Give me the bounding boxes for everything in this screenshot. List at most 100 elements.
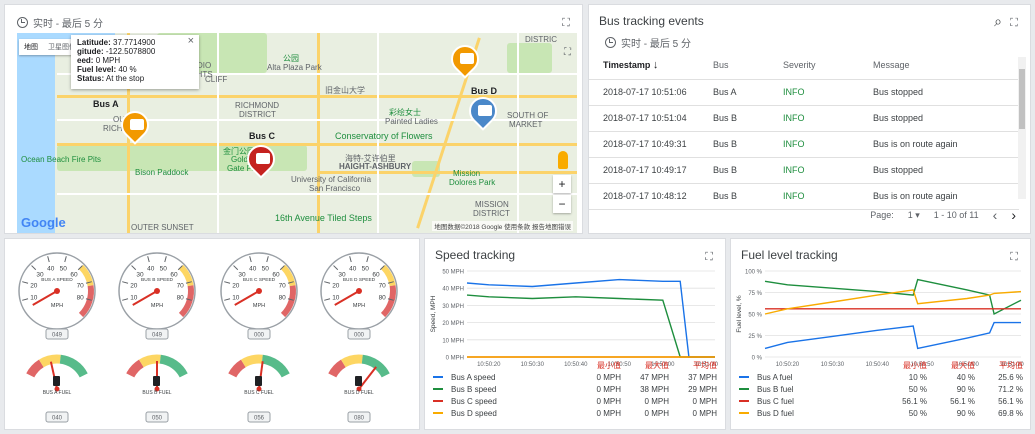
odometer-value: 050 <box>152 416 163 422</box>
gauge-label: BUS B SPEED <box>141 277 174 283</box>
y-tick-label: 50 MPH <box>442 270 464 276</box>
legend-item-bus-d[interactable]: Bus D fuel 50 % 90 % 69.8 % <box>739 407 1023 419</box>
fuel-gauge: BUS B FUEL 050 <box>126 354 188 423</box>
y-tick-label: 50 % <box>748 313 762 319</box>
legend-item-bus-d[interactable]: Bus D speed 0 MPH 0 MPH 0 MPH <box>433 407 717 419</box>
odometer-value: 000 <box>254 333 265 339</box>
legend-item-bus-a[interactable]: Bus A speed 0 MPH 47 MPH 37 MPH <box>433 371 717 383</box>
clock-icon <box>605 37 616 48</box>
search-icon[interactable]: ⌕ <box>994 13 1002 30</box>
time-range-label: 实时 - 最后 5 分 <box>621 39 692 50</box>
legend-item-bus-c[interactable]: Bus C fuel 56.1 % 56.1 % 56.1 % <box>739 395 1023 407</box>
speed-legend: 最小值 最大值 平均值 Bus A speed 0 MPH 47 MPH 37 MPH… <box>433 359 717 419</box>
map-label: SOUTH OF <box>507 111 549 120</box>
fuel-gauge-label: BUS C FUEL <box>244 390 274 396</box>
column-message[interactable]: Message <box>859 51 1019 80</box>
legend-item-bus-a[interactable]: Bus A fuel 10 % 40 % 25.6 % <box>739 371 1023 383</box>
column-bus[interactable]: Bus <box>699 51 769 80</box>
prev-page-button[interactable]: ‹ <box>993 207 998 223</box>
legend-item-bus-c[interactable]: Bus C speed 0 MPH 0 MPH 0 MPH <box>433 395 717 407</box>
fuel-gauge-band <box>228 359 246 378</box>
fullscreen-icon[interactable]: ⛶ <box>1008 17 1020 29</box>
fuel-pump-icon <box>355 376 362 386</box>
bus-c-label: Bus C <box>249 131 276 141</box>
sort-desc-icon[interactable]: ↓ <box>653 59 659 71</box>
fuel-gauge-band <box>328 359 346 378</box>
bus-a-marker[interactable] <box>115 105 155 145</box>
close-icon[interactable]: × <box>188 36 194 47</box>
legend-item-bus-b[interactable]: Bus B speed 0 MPH 38 MPH 29 MPH <box>433 383 717 395</box>
odometer-value: 040 <box>52 416 63 422</box>
info-fuel: Fuel level: 40 % <box>77 65 137 74</box>
map-label: Dolores Park <box>449 178 496 187</box>
gauge-tick-label: 20 <box>332 282 340 289</box>
bus-b-marker[interactable] <box>445 39 485 79</box>
page-select[interactable]: 1 ▾ <box>908 210 920 221</box>
gauge-tick-label: 10 <box>332 295 340 302</box>
map-type-map[interactable]: 地图 <box>19 39 43 55</box>
map-label: CLIFF <box>205 75 228 84</box>
next-page-button[interactable]: › <box>1011 207 1016 223</box>
bus-c-marker[interactable] <box>241 139 281 179</box>
table-row[interactable]: 2018-07-17 10:51:06 Bus A INFO Bus stopped <box>589 79 1019 106</box>
table-row[interactable]: 2018-07-17 10:48:12 Bus B INFO Bus is on ro… <box>589 183 1019 210</box>
gauge-tick-label: 40 <box>147 265 155 272</box>
gauge-tick-label: 40 <box>349 265 357 272</box>
map-label: University of California <box>291 175 372 184</box>
y-tick-label: 20 MPH <box>442 321 464 327</box>
speed-chart[interactable]: 0 MPH10 MPH20 MPH30 MPH40 MPH50 MPH10:50… <box>425 259 725 369</box>
info-speed: eed: 0 MPH <box>77 56 121 65</box>
fuel-gauge-label: BUS B FUEL <box>142 390 171 396</box>
table-scrollbar[interactable] <box>1018 57 1026 199</box>
events-table: Timestamp ↓ Bus Severity Message 2018-07… <box>589 51 1019 210</box>
column-severity[interactable]: Severity <box>769 51 859 80</box>
table-row[interactable]: 2018-07-17 10:49:31 Bus B INFO Bus is on ro… <box>589 131 1019 158</box>
odometer-value: 049 <box>52 333 63 339</box>
table-row[interactable]: 2018-07-17 10:51:04 Bus B INFO Bus stopped <box>589 105 1019 132</box>
gauge-hub <box>154 288 160 294</box>
fuel-gauge-band <box>126 359 144 378</box>
time-range[interactable]: 实时 - 最后 5 分 <box>17 15 103 30</box>
gauge-tick-label: 20 <box>232 282 240 289</box>
clock-icon <box>17 17 28 28</box>
gauge-tick-label: 20 <box>130 282 138 289</box>
fuel-gauge: BUS C FUEL 056 <box>228 354 290 423</box>
speed-chart-panel: Speed tracking ⛶ 0 MPH 10 MPH 20 MPH 30 MPH… <box>424 238 726 430</box>
map-label: MISSION <box>475 200 509 209</box>
column-timestamp[interactable]: Timestamp ↓ <box>589 51 699 80</box>
gauge-tick-label: 50 <box>160 265 168 272</box>
time-range[interactable]: 实时 - 最后 5 分 <box>605 35 691 50</box>
odometer-value: 000 <box>354 333 365 339</box>
map-label: Painted Ladies <box>385 117 438 126</box>
fuel-legend: 最小值 最大值 平均值 Bus A fuel 10 % 40 % 25.6 % Bus… <box>739 359 1023 419</box>
map-label: DISTRIC <box>525 35 557 44</box>
zoom-in-button[interactable]: + <box>553 175 571 193</box>
map-label: Ocean Beach Fire Pits <box>21 155 102 164</box>
map-label: DISTRICT <box>473 209 510 218</box>
fullscreen-icon[interactable]: ⛶ <box>560 17 572 29</box>
gauge-tick-label: 80 <box>279 295 287 302</box>
bus-d-marker[interactable] <box>463 91 503 131</box>
zoom-out-button[interactable]: − <box>553 195 571 213</box>
info-longitude: gitude: -122.5078800 <box>77 47 156 56</box>
map-label: HAIGHT-ASHBURY <box>339 162 412 171</box>
map-copyright[interactable]: 地图数据©2018 Google 使用条款 报告地图错误 <box>432 221 573 231</box>
street-view-pegman-icon[interactable] <box>558 151 568 169</box>
series-line-bus-a-speed <box>466 278 715 358</box>
street <box>217 33 219 233</box>
map-label: RICHMOND <box>235 101 279 110</box>
legend-header: 最小值 最大值 平均值 <box>903 360 1023 370</box>
map-fullscreen-icon[interactable]: ⛶ <box>564 47 571 58</box>
pagination: Page: 1 ▾ 1 - 10 of 11 ‹ › <box>870 207 1016 223</box>
scrollbar-thumb[interactable] <box>1019 69 1025 129</box>
bus-a-label: Bus A <box>93 99 119 109</box>
map-view[interactable]: PRESIDIO HEIGHTS Alta Plaza Park 公园 CLIF… <box>17 33 577 233</box>
map-label: Bison Paddock <box>135 168 189 177</box>
gauge-tick-label: 80 <box>177 295 185 302</box>
table-row[interactable]: 2018-07-17 10:49:17 Bus B INFO Bus stopped <box>589 157 1019 184</box>
y-tick-label: 25 % <box>748 334 762 340</box>
gauge-tick-label: 80 <box>77 295 85 302</box>
legend-item-bus-b[interactable]: Bus B fuel 50 % 90 % 71.2 % <box>739 383 1023 395</box>
fuel-chart[interactable]: 0 %25 %50 %75 %100 %10:50:20 10:50:30 10:5… <box>731 259 1030 369</box>
events-panel: Bus tracking events ⌕ ⛶ 实时 - 最后 5 分 Time… <box>588 4 1031 234</box>
